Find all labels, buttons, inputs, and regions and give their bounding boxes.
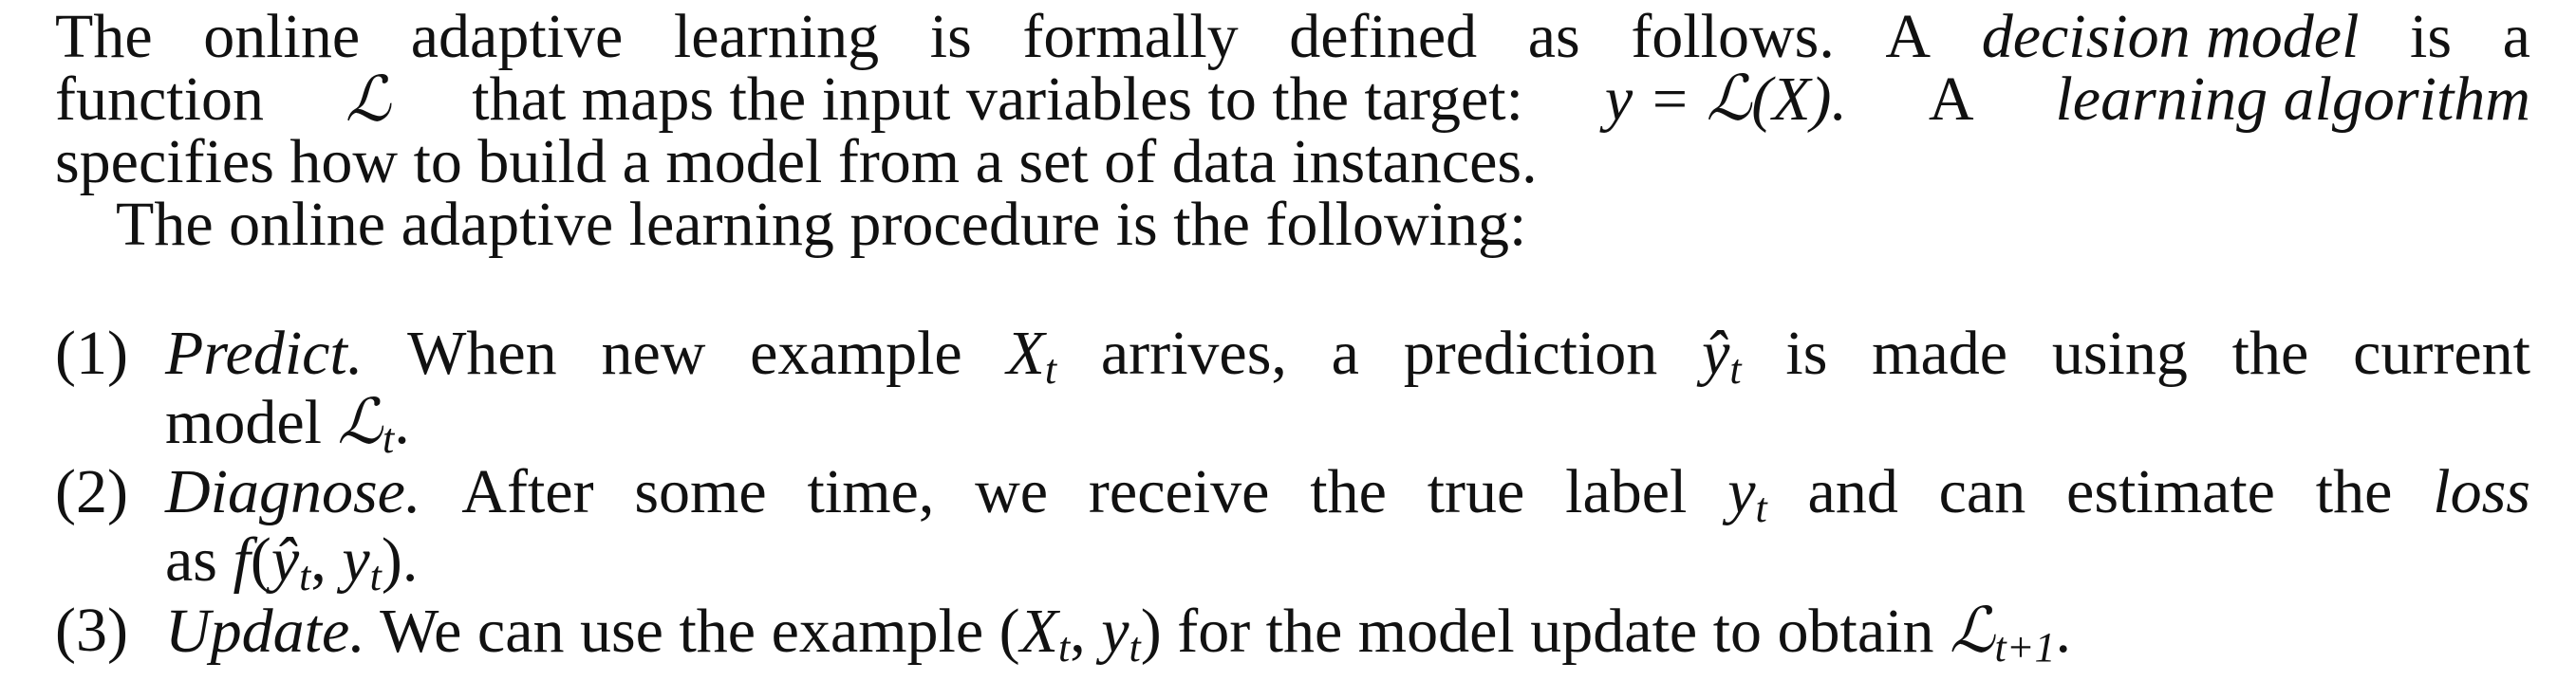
word: a (2502, 2, 2530, 71)
math-equation: y = ℒ(X). (1604, 64, 1847, 134)
math-y-t: yt (1727, 457, 1767, 531)
para1-line2: function ℒ that maps the input variables… (55, 68, 2530, 131)
item-title-diagnose: Diagnose. (165, 457, 421, 526)
word: is (929, 2, 972, 71)
item-number: (2) (55, 457, 128, 526)
word: learning (673, 2, 880, 71)
para1-line3: specifies how to build a model from a se… (55, 127, 1538, 196)
para2-line1: The online adaptive learning procedure i… (116, 190, 1527, 259)
item2-line2: as f(ŷt, yt). (165, 525, 419, 599)
word: A (1928, 64, 1974, 134)
word: The (55, 2, 153, 71)
term-learning-algorithm: learning algorithm (2055, 64, 2530, 134)
word: adaptive (410, 2, 624, 71)
word: follows. (1631, 2, 1835, 71)
item2-line1: Diagnose. After some time, we receive the true… (165, 457, 2530, 531)
term-loss: loss (2433, 457, 2530, 526)
math-symbol-L: ℒ (345, 63, 391, 136)
item1-line2: model ℒt. (165, 385, 410, 462)
para1-line1: The online adaptive learning is formally… (55, 6, 2530, 68)
word: online (203, 2, 361, 71)
item-title-update: Update. (165, 597, 365, 666)
word: formally (1022, 2, 1239, 71)
item3-line1: Update. We can use the example (Xt, yt) … (165, 594, 2071, 671)
item-title-predict: Predict. (165, 319, 364, 388)
word: defined (1289, 2, 1478, 71)
math-yhat-t: ŷt (1702, 319, 1742, 393)
word: is (2410, 2, 2453, 71)
math-X-t: Xt (1006, 319, 1057, 393)
word: A (1885, 2, 1932, 71)
item1-line1: Predict. When new example Xt arrives, a pred… (165, 319, 2530, 393)
text-span: that maps the input variables to the tar… (472, 64, 1523, 134)
item-number: (1) (55, 319, 128, 388)
word: as (1527, 2, 1580, 71)
word: function (55, 64, 264, 134)
item-number: (3) (55, 596, 128, 665)
term-decision-model: decision model (1981, 2, 2360, 71)
page: { "paragraph1": { "line1": ["The", "onli… (0, 0, 2576, 681)
